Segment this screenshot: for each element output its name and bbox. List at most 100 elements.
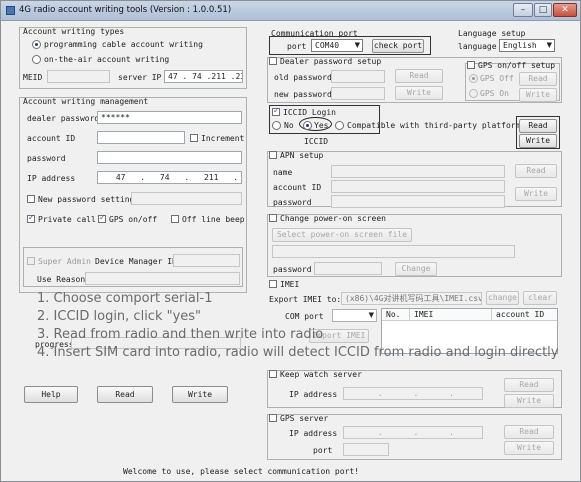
window-title: 4G radio account writing tools (Version …: [19, 5, 232, 15]
poweron-file-path[interactable]: [272, 245, 515, 258]
gps-server-write-button[interactable]: Write: [504, 441, 554, 455]
title-bar: 4G radio account writing tools (Version …: [1, 1, 580, 21]
gps-on-radio[interactable]: [469, 89, 478, 98]
account-id-input[interactable]: [97, 131, 185, 144]
iccid-compatible-radio[interactable]: [335, 121, 344, 130]
apn-setup-checkbox[interactable]: [269, 151, 277, 159]
dealer-read-button[interactable]: Read: [395, 69, 443, 83]
gps-server-port-input[interactable]: [343, 443, 389, 456]
iccid-no-radio[interactable]: [272, 121, 281, 130]
help-button[interactable]: Help: [24, 386, 78, 403]
instruction-step-4: 4. Insert SIM card into radio, radio wil…: [37, 345, 559, 360]
apn-name-input[interactable]: [331, 165, 505, 178]
chevron-down-icon: ▼: [354, 41, 360, 49]
cable-writing-radio[interactable]: [32, 40, 41, 49]
gps-onoff-checkbox[interactable]: [98, 213, 106, 223]
iccid-write-button[interactable]: Write: [519, 134, 557, 148]
apn-password-label: password: [273, 198, 312, 207]
port-value: COM40: [315, 41, 340, 50]
imei-col-account[interactable]: account ID: [492, 309, 557, 321]
ip-address-label: IP address: [27, 174, 76, 183]
chevron-down-icon: ▼: [546, 41, 552, 49]
new-password-checkbox[interactable]: [27, 195, 35, 203]
gps-server-checkbox[interactable]: [269, 414, 277, 422]
dealer-password-label: dealer password: [27, 114, 100, 123]
ota-writing-radio[interactable]: [32, 55, 41, 64]
ip-address-input[interactable]: 47 . 74 . 211 . 230: [97, 171, 242, 184]
iccid-read-button[interactable]: Read: [519, 119, 557, 133]
meid-input[interactable]: [47, 70, 110, 83]
poweron-change-button[interactable]: Change: [395, 262, 437, 276]
new-dealer-password-input[interactable]: [331, 87, 385, 100]
minimize-button[interactable]: –: [513, 3, 533, 17]
ip-octet-2: 74: [159, 173, 170, 182]
server-ip-octet-1: 47: [168, 72, 178, 81]
gps-write-button[interactable]: Write: [519, 88, 557, 102]
watch-read-button[interactable]: Read: [504, 378, 554, 392]
app-icon: [6, 6, 15, 15]
poweron-password-input[interactable]: [314, 262, 382, 275]
ip-octet-3: 211: [204, 173, 219, 182]
apn-read-button[interactable]: Read: [515, 164, 557, 178]
watch-ip-input[interactable]: . . .: [343, 387, 483, 400]
apn-name-label: name: [273, 168, 293, 177]
writing-types-heading: Account writing types: [23, 27, 125, 36]
poweron-heading: Change power-on screen: [280, 214, 386, 223]
iccid-no-label: No: [284, 121, 294, 130]
increment-checkbox[interactable]: [190, 134, 198, 142]
status-message: Welcome to use, please select communicat…: [123, 467, 360, 476]
gps-setup-checkbox[interactable]: [467, 61, 475, 69]
meid-label: MEID: [23, 73, 43, 82]
port-label: port: [287, 42, 307, 51]
watch-heading: Keep watch server: [280, 370, 362, 379]
server-ip-label: server IP: [118, 73, 162, 82]
export-path-input[interactable]: (x86)\4G对讲机写码工具\IMEI.csv: [341, 292, 482, 305]
dealer-password-setup-heading: Dealer password setup: [280, 57, 382, 66]
select-poweron-file-button[interactable]: Select power-on screen file: [272, 228, 412, 242]
port-select[interactable]: COM40 ▼: [311, 39, 363, 52]
gps-server-ip-input[interactable]: . . .: [343, 426, 483, 439]
gps-server-read-button[interactable]: Read: [504, 425, 554, 439]
poweron-checkbox[interactable]: [269, 214, 277, 222]
dealer-password-input[interactable]: ******: [97, 111, 242, 124]
password-input[interactable]: [97, 151, 242, 164]
write-button[interactable]: Write: [172, 386, 228, 403]
iccid-yes-radio[interactable]: [303, 121, 312, 130]
device-manager-id-label: Device Manager ID: [95, 257, 177, 266]
imei-change-button[interactable]: change: [486, 291, 519, 305]
watch-write-button[interactable]: Write: [504, 394, 554, 408]
dealer-write-button[interactable]: Write: [395, 86, 443, 100]
offline-beep-checkbox[interactable]: [171, 215, 179, 223]
gps-server-heading: GPS server: [280, 414, 329, 423]
old-password-input[interactable]: [331, 70, 385, 83]
gps-read-button[interactable]: Read: [519, 72, 557, 86]
imei-com-port-select[interactable]: ▼: [332, 309, 377, 322]
use-reason-input[interactable]: [85, 272, 240, 285]
new-password-input[interactable]: [131, 192, 242, 205]
gps-off-radio[interactable]: [469, 74, 478, 83]
server-ip-octet-3: 211: [211, 72, 226, 81]
imei-checkbox[interactable]: [269, 280, 277, 288]
imei-com-port-label: COM port: [285, 312, 324, 321]
apn-account-id-input[interactable]: [331, 180, 505, 193]
imei-clear-button[interactable]: clear: [523, 291, 557, 305]
apn-password-input[interactable]: [331, 195, 505, 208]
apn-write-button[interactable]: Write: [515, 187, 557, 201]
watch-ip-label: IP address: [289, 390, 338, 399]
super-admin-checkbox[interactable]: [27, 257, 35, 265]
private-call-checkbox[interactable]: [27, 213, 35, 223]
language-select[interactable]: English ▼: [499, 39, 555, 52]
maximize-button[interactable]: □: [534, 3, 552, 17]
management-heading: Account writing management: [23, 97, 149, 106]
server-ip-input[interactable]: 47 . 74 .211 .230: [164, 70, 243, 83]
imei-col-no[interactable]: No.: [382, 309, 410, 321]
iccid-login-checkbox[interactable]: [272, 106, 280, 116]
read-button[interactable]: Read: [97, 386, 153, 403]
watch-checkbox[interactable]: [269, 370, 277, 378]
device-manager-id-input[interactable]: [173, 254, 240, 267]
check-port-button[interactable]: check port: [372, 39, 424, 53]
password-label: password: [27, 154, 66, 163]
close-button[interactable]: ✕: [553, 3, 577, 17]
imei-col-imei[interactable]: IMEI: [410, 309, 492, 321]
dealer-password-setup-checkbox[interactable]: [269, 57, 277, 65]
